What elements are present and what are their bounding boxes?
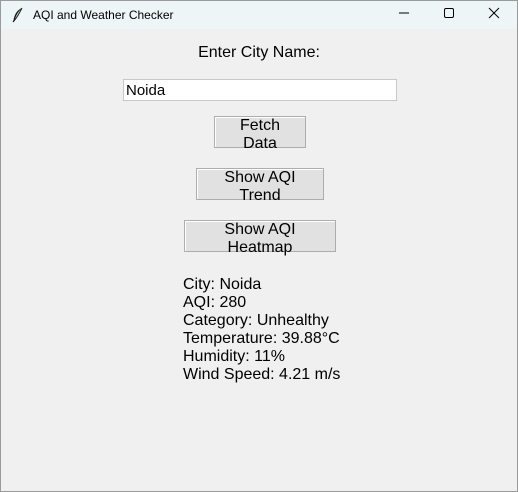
minimize-button[interactable] [381, 1, 427, 29]
minimize-icon [398, 6, 410, 24]
result-humidity: Humidity: 11% [183, 348, 285, 365]
main-content: Enter City Name: Fetch Data Show AQI Tre… [1, 29, 517, 492]
show-aqi-heatmap-button[interactable]: Show AQI Heatmap [184, 220, 336, 256]
result-wind-speed: Wind Speed: 4.21 m/s [183, 366, 341, 383]
city-label: Enter City Name: [198, 44, 320, 61]
feather-icon [11, 7, 25, 23]
result-city: City: Noida [183, 276, 262, 293]
results-panel: City: Noida AQI: 280 Category: Unhealthy… [183, 276, 340, 384]
maximize-icon [443, 6, 455, 24]
result-category: Category: Unhealthy [183, 312, 329, 329]
title-bar[interactable]: AQI and Weather Checker [1, 1, 517, 29]
result-aqi: AQI: 280 [183, 294, 247, 311]
result-temperature: Temperature: 39.88°C [183, 330, 340, 347]
close-button[interactable] [471, 1, 517, 29]
fetch-data-button[interactable]: Fetch Data [214, 116, 306, 152]
maximize-button[interactable] [426, 1, 472, 29]
city-input[interactable] [123, 79, 397, 101]
show-aqi-trend-button[interactable]: Show AQI Trend [196, 168, 324, 204]
app-window: AQI and Weather Checker Enter City Name:… [0, 0, 518, 492]
close-icon [488, 6, 500, 24]
window-title: AQI and Weather Checker [33, 8, 174, 22]
